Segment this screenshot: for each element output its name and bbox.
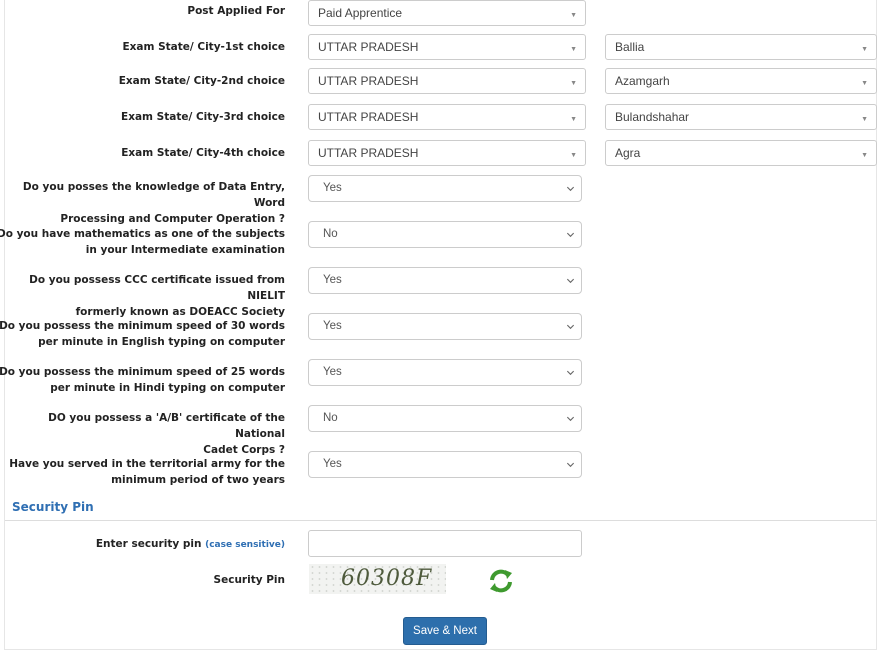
exam-choice-1-label: Exam State/ City-1st choice xyxy=(122,41,285,53)
exam-choice-4-city-select[interactable]: Agra ▼ xyxy=(605,140,877,166)
captcha-code: 60308F xyxy=(341,566,433,591)
case-sensitive-hint: (case sensitive) xyxy=(205,540,285,550)
exam-choice-2-state-select[interactable]: UTTAR PRADESH ▼ xyxy=(308,68,586,94)
exam-choice-3-state-select[interactable]: UTTAR PRADESH ▼ xyxy=(308,104,586,130)
question-line: Do you have mathematics as one of the su… xyxy=(0,228,285,240)
caret-down-icon: ▼ xyxy=(861,116,868,123)
caret-down-icon: ▼ xyxy=(570,116,577,123)
caret-down-icon: ▼ xyxy=(861,152,868,159)
post-applied-for-select[interactable]: Paid Apprentice ▼ xyxy=(308,0,586,26)
chevron-down-icon xyxy=(566,462,575,468)
exam-choice-4-state-select[interactable]: UTTAR PRADESH ▼ xyxy=(308,140,586,166)
exam-choice-3-city-select[interactable]: Bulandshahar ▼ xyxy=(605,104,877,130)
question-line: per minute in Hindi typing on computer xyxy=(50,382,285,394)
question-line: per minute in English typing on computer xyxy=(38,336,285,348)
section-divider xyxy=(5,520,876,521)
question-data-entry-value: Yes xyxy=(323,182,342,194)
exam-choice-3-city-value: Bulandshahar xyxy=(615,110,690,124)
question-ncc-certificate-value: No xyxy=(323,412,338,424)
question-line: Do you posses the knowledge of Data Entr… xyxy=(22,181,285,209)
question-data-entry-label: Do you posses the knowledge of Data Entr… xyxy=(0,179,285,227)
caret-down-icon: ▼ xyxy=(570,152,577,159)
question-mathematics-label: Do you have mathematics as one of the su… xyxy=(0,226,285,258)
caret-down-icon: ▼ xyxy=(570,46,577,53)
post-applied-for-value: Paid Apprentice xyxy=(318,6,403,20)
caret-down-icon: ▼ xyxy=(861,80,868,87)
security-pin-section-title: Security Pin xyxy=(12,500,94,514)
question-line: Do you possess the minimum speed of 25 w… xyxy=(0,366,285,378)
exam-choice-2-state-value: UTTAR PRADESH xyxy=(318,74,419,88)
exam-choice-2-city-select[interactable]: Azamgarh ▼ xyxy=(605,68,877,94)
question-ncc-certificate-label: DO you possess a 'A/B' certificate of th… xyxy=(0,410,285,458)
caret-down-icon: ▼ xyxy=(570,12,577,19)
exam-choice-1-city-select[interactable]: Ballia ▼ xyxy=(605,34,877,60)
question-ccc-certificate-value: Yes xyxy=(323,274,342,286)
question-hindi-typing-select[interactable]: Yes xyxy=(308,359,582,386)
question-ccc-certificate-label: Do you possess CCC certificate issued fr… xyxy=(0,272,285,320)
exam-choice-1-city-value: Ballia xyxy=(615,40,645,54)
question-ccc-certificate-select[interactable]: Yes xyxy=(308,267,582,294)
exam-choice-1-state-select[interactable]: UTTAR PRADESH ▼ xyxy=(308,34,586,60)
question-hindi-typing-value: Yes xyxy=(323,366,342,378)
chevron-down-icon xyxy=(566,324,575,330)
exam-choice-2-city-value: Azamgarh xyxy=(615,74,670,88)
question-hindi-typing-label: Do you possess the minimum speed of 25 w… xyxy=(0,364,285,396)
exam-choice-3-state-value: UTTAR PRADESH xyxy=(318,110,419,124)
security-pin-input[interactable] xyxy=(308,530,582,557)
chevron-down-icon xyxy=(566,232,575,238)
exam-choice-4-label: Exam State/ City-4th choice xyxy=(121,147,285,159)
question-line: DO you possess a 'A/B' certificate of th… xyxy=(48,412,285,440)
exam-choice-3-label: Exam State/ City-3rd choice xyxy=(121,111,285,123)
question-line: Do you possess CCC certificate issued fr… xyxy=(29,274,285,302)
exam-choice-4-state-value: UTTAR PRADESH xyxy=(318,146,419,160)
enter-security-pin-text: Enter security pin xyxy=(95,538,202,550)
question-data-entry-select[interactable]: Yes xyxy=(308,175,582,202)
chevron-down-icon xyxy=(566,278,575,284)
refresh-icon[interactable] xyxy=(488,569,514,593)
question-english-typing-value: Yes xyxy=(323,320,342,332)
captcha-image: 60308F xyxy=(309,564,446,594)
security-pin-label: Security Pin xyxy=(213,574,285,586)
question-territorial-army-value: Yes xyxy=(323,458,342,470)
post-applied-for-label: Post Applied For xyxy=(187,5,285,17)
question-territorial-army-select[interactable]: Yes xyxy=(308,451,582,478)
question-line: in your Intermediate examination xyxy=(85,244,285,256)
question-line: Processing and Computer Operation ? xyxy=(60,213,285,225)
save-and-next-button[interactable]: Save & Next xyxy=(403,617,487,645)
exam-choice-2-label: Exam State/ City-2nd choice xyxy=(118,75,285,87)
chevron-down-icon xyxy=(566,370,575,376)
question-line: Do you possess the minimum speed of 30 w… xyxy=(0,320,285,332)
question-english-typing-select[interactable]: Yes xyxy=(308,313,582,340)
question-mathematics-value: No xyxy=(323,228,338,240)
application-form-page: Post Applied For Paid Apprentice ▼ Exam … xyxy=(0,0,878,654)
question-line: minimum period of two years xyxy=(111,474,285,486)
exam-choice-4-city-value: Agra xyxy=(615,146,641,160)
caret-down-icon: ▼ xyxy=(861,46,868,53)
question-territorial-army-label: Have you served in the territorial army … xyxy=(0,456,285,488)
question-line: Have you served in the territorial army … xyxy=(9,458,285,470)
question-english-typing-label: Do you possess the minimum speed of 30 w… xyxy=(0,318,285,350)
chevron-down-icon xyxy=(566,186,575,192)
chevron-down-icon xyxy=(566,416,575,422)
question-ncc-certificate-select[interactable]: No xyxy=(308,405,582,432)
enter-security-pin-label: Enter security pin (case sensitive) xyxy=(96,536,285,553)
question-mathematics-select[interactable]: No xyxy=(308,221,582,248)
caret-down-icon: ▼ xyxy=(570,80,577,87)
exam-choice-1-state-value: UTTAR PRADESH xyxy=(318,40,419,54)
